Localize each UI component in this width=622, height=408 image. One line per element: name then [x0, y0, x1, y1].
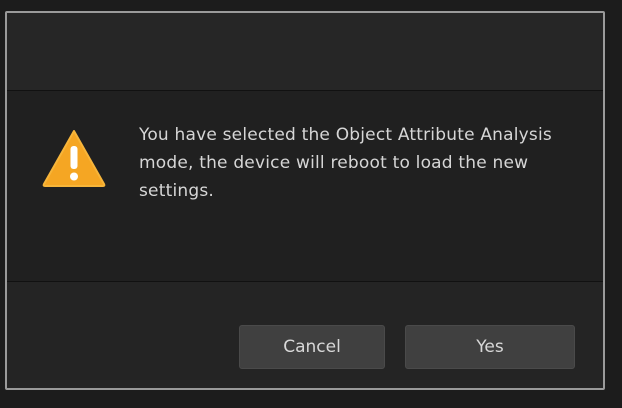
dialog-message: You have selected the Object Attribute A…	[139, 125, 552, 201]
confirm-dialog: You have selected the Object Attribute A…	[5, 11, 605, 390]
warning-icon	[41, 128, 107, 188]
yes-button[interactable]: Yes	[405, 325, 575, 369]
dialog-body: You have selected the Object Attribute A…	[7, 91, 603, 282]
dialog-footer: Cancel Yes	[7, 282, 603, 388]
cancel-button[interactable]: Cancel	[239, 325, 385, 369]
dialog-header	[7, 13, 603, 91]
